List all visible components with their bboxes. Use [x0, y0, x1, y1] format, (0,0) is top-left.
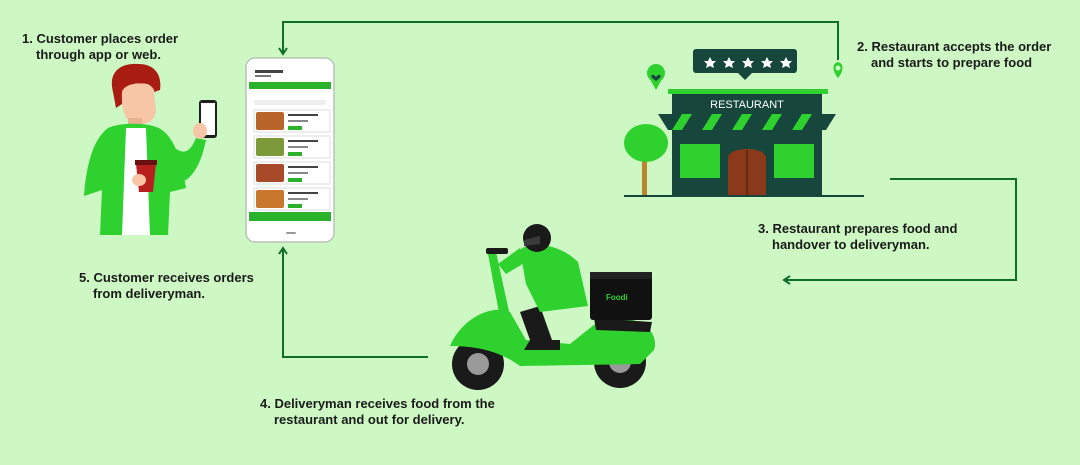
- flow-diagram: Foodi RESTAURANT: [84, 21, 1017, 390]
- phone-app-mockup: [245, 57, 335, 243]
- customer-figure: [84, 63, 217, 235]
- arrow-delivery-to-customer: [278, 246, 428, 358]
- delivery-box-logo: Foodi: [606, 293, 628, 302]
- restaurant-building: [624, 49, 864, 197]
- delivery-scooter: [450, 224, 656, 390]
- restaurant-sign-text: RESTAURANT: [710, 99, 784, 111]
